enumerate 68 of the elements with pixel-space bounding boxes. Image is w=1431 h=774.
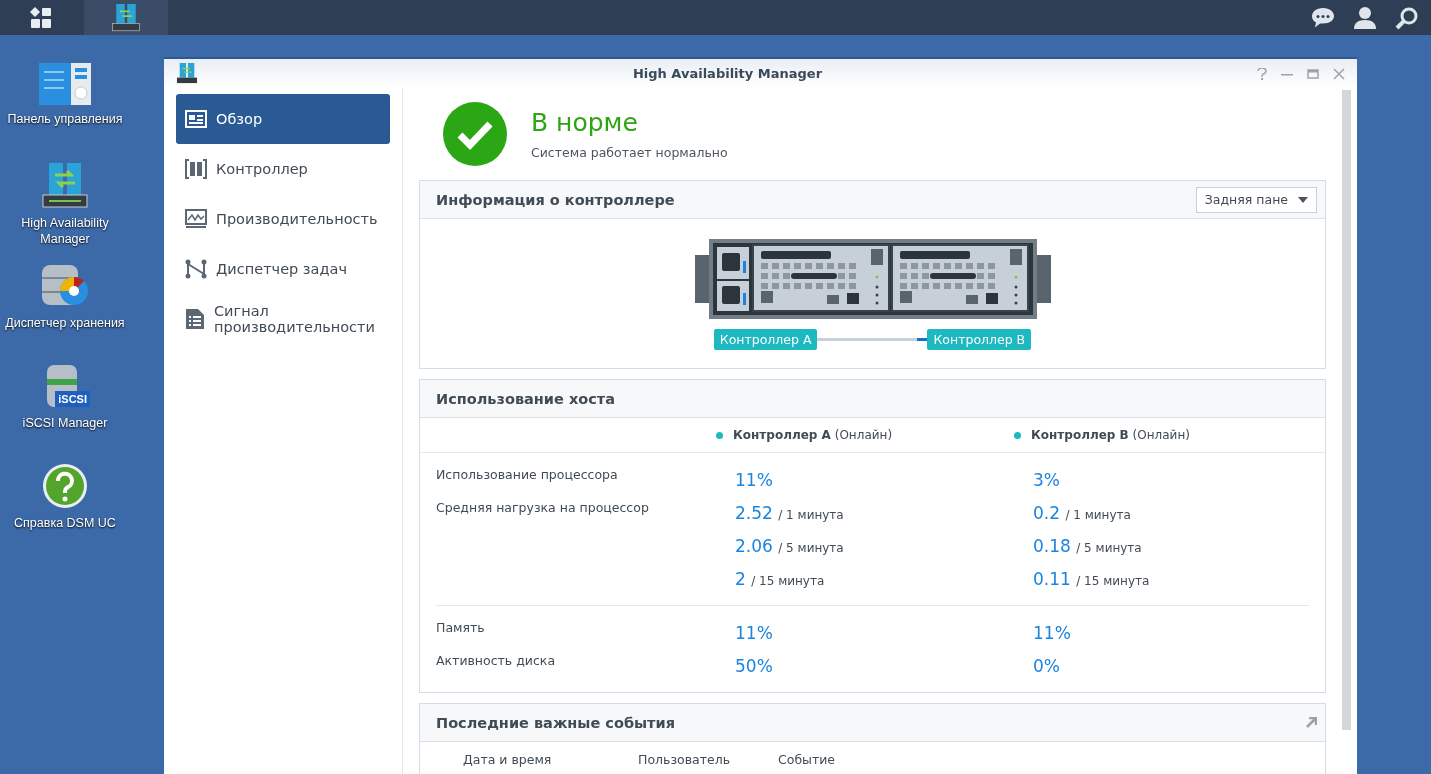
desktop-shortcut[interactable]: Панель управления — [0, 63, 130, 163]
flow-icon — [185, 259, 207, 279]
metric-value: 50% — [734, 655, 774, 676]
app-icon — [176, 63, 198, 84]
controller-icon — [185, 159, 207, 179]
shortcut-label: Диспетчер хранения — [5, 315, 125, 331]
server-icon — [111, 3, 141, 32]
controller-label: Контроллер B — [927, 329, 1032, 350]
shortcut-label: Панель управления — [6, 111, 124, 127]
metric-label: Средняя нагрузка на процессор — [436, 499, 650, 515]
control-panel-icon — [39, 63, 91, 105]
sidebar-item[interactable]: Контроллер — [176, 144, 390, 194]
close-icon[interactable] — [1333, 67, 1345, 80]
column-header[interactable]: Пользователь — [638, 752, 778, 767]
status-subtitle: Система работает нормально — [531, 145, 728, 160]
metric-value: 11% — [734, 622, 774, 643]
sidebar-item[interactable]: Обзор — [176, 94, 390, 144]
sidebar-item[interactable]: Сигнал производительности — [176, 294, 390, 344]
document-icon — [185, 308, 205, 330]
view-dropdown[interactable]: Задняя пане — [1195, 186, 1317, 213]
server-icon — [41, 163, 89, 209]
iscsi-badge: iSCSI — [55, 391, 90, 407]
desktop-shortcut[interactable]: iSCSI iSCSI Manager — [0, 363, 130, 463]
desktop-shortcut[interactable]: High Availability Manager — [0, 163, 130, 263]
help-icon — [42, 463, 88, 509]
controller-label: Контроллер A — [713, 329, 818, 350]
desktop-shortcut[interactable]: Справка DSM UC — [0, 463, 130, 563]
check-icon — [443, 102, 507, 166]
search-icon[interactable] — [1395, 5, 1419, 30]
metric-value: 11% — [734, 469, 774, 490]
id-card-icon — [185, 110, 207, 128]
window-title: High Availability Manager — [631, 66, 824, 81]
metric-value: 11% — [1032, 622, 1072, 643]
caret-icon — [1298, 196, 1308, 203]
taskbar-app-button[interactable] — [84, 0, 168, 35]
sidebar-item[interactable]: Диспетчер задач — [176, 244, 390, 294]
expand-icon[interactable] — [1306, 717, 1317, 728]
maximize-icon[interactable] — [1307, 67, 1319, 80]
shortcut-label: Справка DSM UC — [13, 515, 117, 531]
metric-label: Память — [436, 619, 486, 635]
metric-value: 2 / 15 минута — [734, 568, 826, 589]
card-title: Информация о контроллере — [436, 191, 675, 208]
metric-value: 3% — [1032, 469, 1061, 490]
metric-label: Использование процессора — [436, 466, 619, 482]
user-icon[interactable] — [1353, 5, 1377, 30]
grid-icon — [30, 6, 52, 29]
shortcut-label: High Availability Manager — [20, 215, 110, 247]
scrollbar[interactable] — [1342, 90, 1351, 730]
status-title: В норме — [531, 108, 639, 137]
card-title: Использование хоста — [436, 390, 615, 407]
controller-name: Контроллер B (Онлайн) — [1031, 428, 1190, 442]
metric-value: 2.52 / 1 минута — [734, 502, 845, 523]
metric-value: 0.2 / 1 минута — [1032, 502, 1132, 523]
card-title: Последние важные события — [436, 714, 675, 731]
controller-name: Контроллер A (Онлайн) — [733, 428, 893, 442]
help-icon[interactable] — [1257, 67, 1267, 80]
metric-label: Активность диска — [436, 652, 557, 668]
metric-value: 2.06 / 5 минута — [734, 535, 845, 556]
metric-value: 0.18 / 5 минута — [1032, 535, 1143, 556]
chart-icon — [185, 209, 207, 229]
chat-icon[interactable] — [1311, 6, 1335, 29]
metric-value: 0.11 / 15 минута — [1032, 568, 1151, 589]
metric-value: 0% — [1032, 655, 1061, 676]
column-header[interactable]: Дата и время — [463, 752, 638, 767]
desktop-shortcut[interactable]: Диспетчер хранения — [0, 263, 130, 363]
sidebar-item[interactable]: Производительность — [176, 194, 390, 244]
shortcut-label: iSCSI Manager — [21, 415, 109, 431]
column-header[interactable]: Событие — [778, 752, 898, 767]
